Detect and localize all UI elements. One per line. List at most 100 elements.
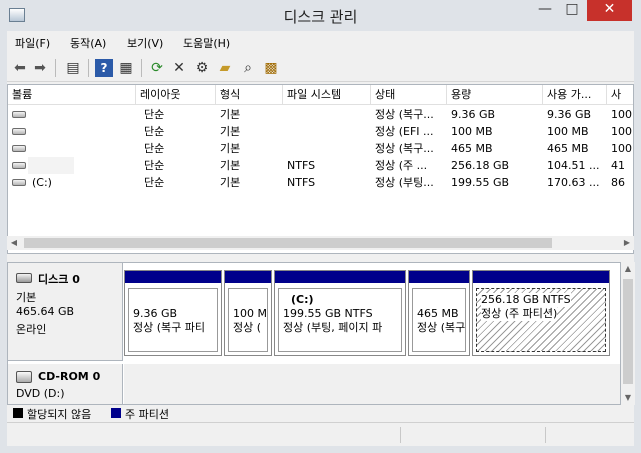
partition-title: (C:) [291,293,314,306]
menu-view[interactable]: 보기(V) [127,35,163,51]
toolbar-separator [88,59,89,77]
table-row[interactable]: 단순 기본 정상 (EFI ... 100 MB 100 MB 100 [8,123,633,140]
table-row[interactable]: 단순 기본 정상 (복구... 9.36 GB 9.36 GB 100 [8,106,633,123]
partition-body: 9.36 GB 정상 (복구 파티 [128,288,218,352]
volume-fs [283,140,371,157]
partition-bar [275,271,405,283]
legend-unallocated: 할당되지 않음 [27,408,92,421]
open-folder-icon[interactable]: ▰ [216,59,234,77]
volume-layout: 단순 [144,159,165,172]
unallocated-swatch [13,408,23,418]
scrollbar-thumb[interactable] [24,238,552,248]
table-row[interactable]: 단순 기본 NTFS 정상 (주 ... 256.18 GB 104.51 ..… [8,157,633,174]
search-drive-icon[interactable]: ⌕ [239,59,257,77]
refresh-icon[interactable]: ⟳ [148,59,166,77]
volume-layout: 단순 [144,142,165,155]
volume-icon [12,145,26,152]
column-status[interactable]: 상태 [371,85,447,105]
volume-name [28,140,136,157]
partition-size: 100 M [233,307,267,320]
disk-kind: 기본 [16,291,37,304]
scrollbar-thumb[interactable] [623,279,633,384]
menu-bar: 파일(F) 동작(A) 보기(V) 도움말(H) [7,31,634,52]
partition-title [417,293,461,307]
volume-capacity: 9.36 GB [451,108,496,121]
disk-0-partitions: 9.36 GB 정상 (복구 파티 100 M 정상 ( (C:) 199.55… [124,270,614,360]
toolbar-separator [55,59,56,77]
volume-list-header: 볼륨 레이아웃 형식 파일 시스템 상태 용량 사용 가... 사 [8,85,633,105]
close-button[interactable]: ✕ [587,0,632,21]
volume-name [28,157,74,174]
delete-icon[interactable]: ✕ [170,59,188,77]
volume-percent: 41 [611,159,625,172]
volume-type: 기본 [220,142,241,155]
volume-layout: 단순 [144,176,165,189]
title-bar: 디스크 관리 — □ ✕ [0,0,641,31]
column-layout[interactable]: 레이아웃 [136,85,216,105]
volume-type: 기본 [220,125,241,138]
column-free-space[interactable]: 사용 가... [543,85,607,105]
forward-arrow-icon[interactable]: ➡ [31,59,49,77]
volume-percent: 100 [611,125,632,138]
volume-type: 기본 [220,159,241,172]
cdrom-area [124,364,620,404]
menu-file[interactable]: 파일(F) [15,35,50,51]
volume-percent: 100 [611,142,632,155]
volume-fs [283,123,371,140]
partition-recovery-1[interactable]: 9.36 GB 정상 (복구 파티 [124,270,222,356]
partition-size: 9.36 GB [133,307,178,320]
disk-properties-icon[interactable]: ▩ [262,59,280,77]
menu-help[interactable]: 도움말(H) [183,35,230,51]
column-filesystem[interactable]: 파일 시스템 [283,85,371,105]
scroll-down-icon[interactable]: ▼ [621,391,635,405]
partition-primary-selected[interactable]: 256.18 GB NTFS 정상 (주 파티션) [472,270,610,356]
scroll-up-icon[interactable]: ▲ [621,262,635,276]
volume-layout: 단순 [144,108,165,121]
volume-type: 기본 [220,176,241,189]
cdrom-label[interactable]: CD-ROM 0 DVD (D:) [8,364,123,404]
partition-title [233,293,263,307]
volume-fs [283,106,371,123]
disk-size: 465.64 GB [16,305,75,318]
partition-status: 정상 ( [233,321,262,334]
disk-0-label[interactable]: 디스크 0 기본 465.64 GB 온라인 [8,263,123,361]
volume-name [28,106,136,123]
partition-efi[interactable]: 100 M 정상 ( [224,270,272,356]
partition-recovery-2[interactable]: 465 MB 정상 (복구 [408,270,470,356]
partition-bar [473,271,609,283]
column-volume[interactable]: 볼륨 [8,85,136,105]
toolbar-separator [141,59,142,77]
volume-free: 100 MB [547,125,589,138]
maximize-button[interactable]: □ [559,0,585,21]
volume-status: 정상 (EFI ... [375,125,434,138]
menu-action[interactable]: 동작(A) [70,35,106,51]
scroll-left-icon[interactable]: ◀ [7,236,21,250]
cdrom-icon [16,371,32,383]
partition-body: 256.18 GB NTFS 정상 (주 파티션) [476,288,606,352]
help-icon[interactable]: ? [95,59,113,77]
volume-list-horizontal-scrollbar[interactable]: ◀ ▶ [7,236,634,250]
properties-icon[interactable]: ▦ [117,59,135,77]
column-capacity[interactable]: 용량 [447,85,543,105]
column-type[interactable]: 형식 [216,85,283,105]
disk-layout-pane: 디스크 0 기본 465.64 GB 온라인 9.36 GB 정상 (복구 파티… [7,262,621,405]
back-arrow-icon[interactable]: ⬅ [11,59,29,77]
partition-c-drive[interactable]: (C:) 199.55 GB NTFS 정상 (부팅, 페이지 파 [274,270,406,356]
partition-status: 정상 (부팅, 페이지 파 [283,321,383,334]
table-row[interactable]: (C:) 단순 기본 NTFS 정상 (부팅... 199.55 GB 170.… [8,174,633,191]
volume-type: 기본 [220,108,241,121]
volume-icon [12,111,26,118]
console-view-icon[interactable]: ▤ [64,59,82,77]
table-row[interactable]: 단순 기본 정상 (복구... 465 MB 465 MB 100 [8,140,633,157]
column-percent-free[interactable]: 사 [607,85,633,105]
settings-icon[interactable]: ⚙ [193,59,211,77]
partition-body: 465 MB 정상 (복구 [412,288,466,352]
partition-bar [409,271,469,283]
volume-name [28,123,136,140]
cdrom-drive: DVD (D:) [16,387,65,400]
disk-pane-vertical-scrollbar[interactable]: ▲ ▼ [621,262,635,405]
scroll-right-icon[interactable]: ▶ [620,236,634,250]
legend-primary-partition: 주 파티션 [125,408,169,421]
volume-icon [12,162,26,169]
minimize-button[interactable]: — [532,0,558,21]
